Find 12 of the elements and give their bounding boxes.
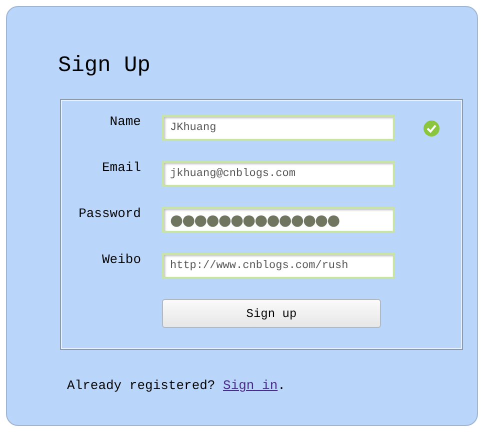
sign-in-prompt: Already registered? Sign in.: [67, 377, 286, 395]
sign-in-link[interactable]: Sign in: [223, 378, 278, 393]
input-field[interactable]: jkhuang@cnblogs.com: [162, 161, 395, 187]
input-field[interactable]: http://www.cnblogs.com/rush: [162, 253, 395, 279]
field-label: Name: [108, 113, 141, 131]
input-field[interactable]: ●●●●●●●●●●●●●●: [162, 207, 395, 233]
field-label: Email: [100, 159, 141, 177]
form-title: Sign Up: [58, 53, 150, 79]
field-label: Password: [78, 205, 141, 223]
sign-up-button[interactable]: Sign up: [162, 299, 381, 328]
input-field[interactable]: JKhuang: [162, 115, 395, 141]
field-label: Weibo: [100, 251, 141, 269]
